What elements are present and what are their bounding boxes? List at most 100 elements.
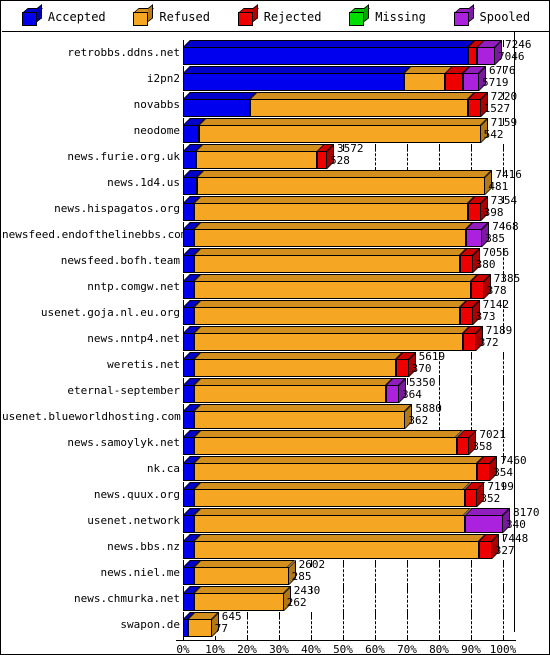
bar-segment-rejected <box>395 359 409 377</box>
bar-segment-accepted <box>183 437 195 455</box>
bar-accepted-value: 362 <box>408 414 429 427</box>
bar-row: usenet.goja.nl.eu.org 7142 373 <box>2 299 549 326</box>
bar-segment-refused <box>194 489 465 507</box>
bar-row: news.furie.org.uk 3572 528 <box>2 143 549 170</box>
grid-dashed-line <box>375 144 376 170</box>
bar-row-label: newsfeed.endofthelinebbs.com <box>2 228 188 241</box>
bar-row: news.bbs.nz 7448 327 <box>2 533 549 560</box>
bar-accepted-value: 285 <box>291 570 312 583</box>
bar-segment-top <box>194 534 486 541</box>
grid-tick <box>407 378 408 385</box>
bar-row-label: usenet.network <box>87 514 180 527</box>
grid-dashed-line <box>311 612 312 638</box>
bar-segment-accepted <box>183 203 195 221</box>
bar-row-label: weretis.net <box>107 358 180 371</box>
bar-segment-rejected <box>464 489 478 507</box>
bar-row-label: novabbs <box>133 98 180 111</box>
bar-segment-accepted <box>183 333 195 351</box>
bar-segment-top <box>194 352 403 359</box>
grid-dashed-line <box>503 560 504 586</box>
grid-dashed-line <box>471 352 472 378</box>
bar-row: novabbs 7220 1527 <box>2 91 549 118</box>
bar-segment-rejected <box>479 541 492 559</box>
x-axis: 0%10%20%30%40%50%60%70%80%90%100% Outgoi… <box>2 636 549 654</box>
bar-accepted-value: 398 <box>483 206 504 219</box>
bar-segment-rejected <box>467 47 478 65</box>
bar-segment-refused <box>403 73 446 91</box>
bar-row: newsfeed.bofh.team 7056 380 <box>2 247 549 274</box>
bar-segment-refused <box>194 281 471 299</box>
bar-segment-top <box>194 482 472 489</box>
bar-segment-refused <box>194 333 463 351</box>
bar-segment-accepted <box>183 567 195 585</box>
grid-dashed-line <box>407 560 408 586</box>
bar-row-label: i2pn2 <box>146 72 180 85</box>
bar-segment-spooled <box>463 73 479 91</box>
x-axis-tick <box>375 636 376 640</box>
bar-segment-top <box>194 274 478 281</box>
grid-dashed-line <box>247 612 248 638</box>
bar-accepted-value: 542 <box>483 128 504 141</box>
bar-segment-top <box>195 144 325 151</box>
bar-row: usenet.blueworldhosting.com 5880 362 <box>2 403 549 430</box>
x-axis-tick <box>407 636 408 640</box>
bar-segment-top <box>194 560 296 567</box>
bar-segment-rejected <box>477 463 491 481</box>
bar-row-label: usenet.blueworldhosting.com <box>2 410 181 423</box>
bar-segment-top <box>194 326 470 333</box>
bar-accepted-value: 370 <box>411 362 432 375</box>
bar-segment-accepted <box>183 73 404 91</box>
bar-segment-top <box>194 222 474 229</box>
cube-icon <box>133 3 155 26</box>
x-axis-tick <box>311 636 312 640</box>
bar-segment-refused <box>194 567 289 585</box>
bar-row-label: news.1d4.us <box>107 176 180 189</box>
bar-accepted-value: 262 <box>286 596 307 609</box>
bar-segment-top <box>183 66 411 73</box>
bar-segment-refused <box>195 151 318 169</box>
bar-segment-top <box>183 92 258 99</box>
cube-icon <box>349 3 371 26</box>
bar-segment-rejected <box>467 99 481 117</box>
bar-segment-refused <box>194 515 465 533</box>
legend-item-label: Missing <box>375 9 426 24</box>
bar-segment-top <box>199 118 488 125</box>
bar-segment-refused <box>194 307 460 325</box>
bar-segment-accepted <box>183 489 195 507</box>
bar-row: usenet.network 8170 340 <box>2 507 549 534</box>
x-axis-tick <box>471 636 472 640</box>
bar-row: neodome 7159 542 <box>2 117 549 144</box>
bar-segment-rejected <box>459 255 473 273</box>
grid-dashed-line <box>343 586 344 612</box>
bar-segment-accepted <box>183 47 468 65</box>
chart-page: Accepted Refused Rejected Missing Spooled re… <box>0 0 550 655</box>
bar-accepted-value: 481 <box>488 180 509 193</box>
bar-segment-refused <box>194 437 457 455</box>
x-axis-tick <box>183 636 184 640</box>
bar-accepted-value: 364 <box>402 388 422 401</box>
bar-segment-accepted <box>183 359 195 377</box>
legend-item-label: Rejected <box>263 9 322 24</box>
bar-segment-refused <box>187 619 212 637</box>
grid-dashed-line <box>439 404 440 430</box>
bar-segment-accepted <box>183 125 199 143</box>
legend-item-spooled: Spooled <box>453 3 530 26</box>
bar-row-label: news.bbs.nz <box>107 540 180 553</box>
bar-segment-rejected <box>445 73 463 91</box>
bar-row-label: news.nntp4.net <box>87 332 180 345</box>
bar-row-label: eternal-september <box>67 384 180 397</box>
bar-segment-spooled <box>386 385 399 403</box>
bar-segment-top <box>194 404 413 411</box>
cube-icon <box>21 3 43 26</box>
bar-row: news.1d4.us 7416 481 <box>2 169 549 196</box>
bar-segment-accepted <box>183 229 195 247</box>
bar-segment-rejected <box>471 281 484 299</box>
bar-segment-top <box>194 196 475 203</box>
x-axis-tick <box>503 636 504 640</box>
bar-accepted-value: 385 <box>485 232 506 245</box>
x-axis-tick <box>215 636 216 640</box>
bar-row-label: news.niel.me <box>100 566 180 579</box>
bar-row-label: newsfeed.bofh.team <box>60 254 180 267</box>
grid-dashed-line <box>503 586 504 612</box>
grid-dashed-line <box>375 586 376 612</box>
